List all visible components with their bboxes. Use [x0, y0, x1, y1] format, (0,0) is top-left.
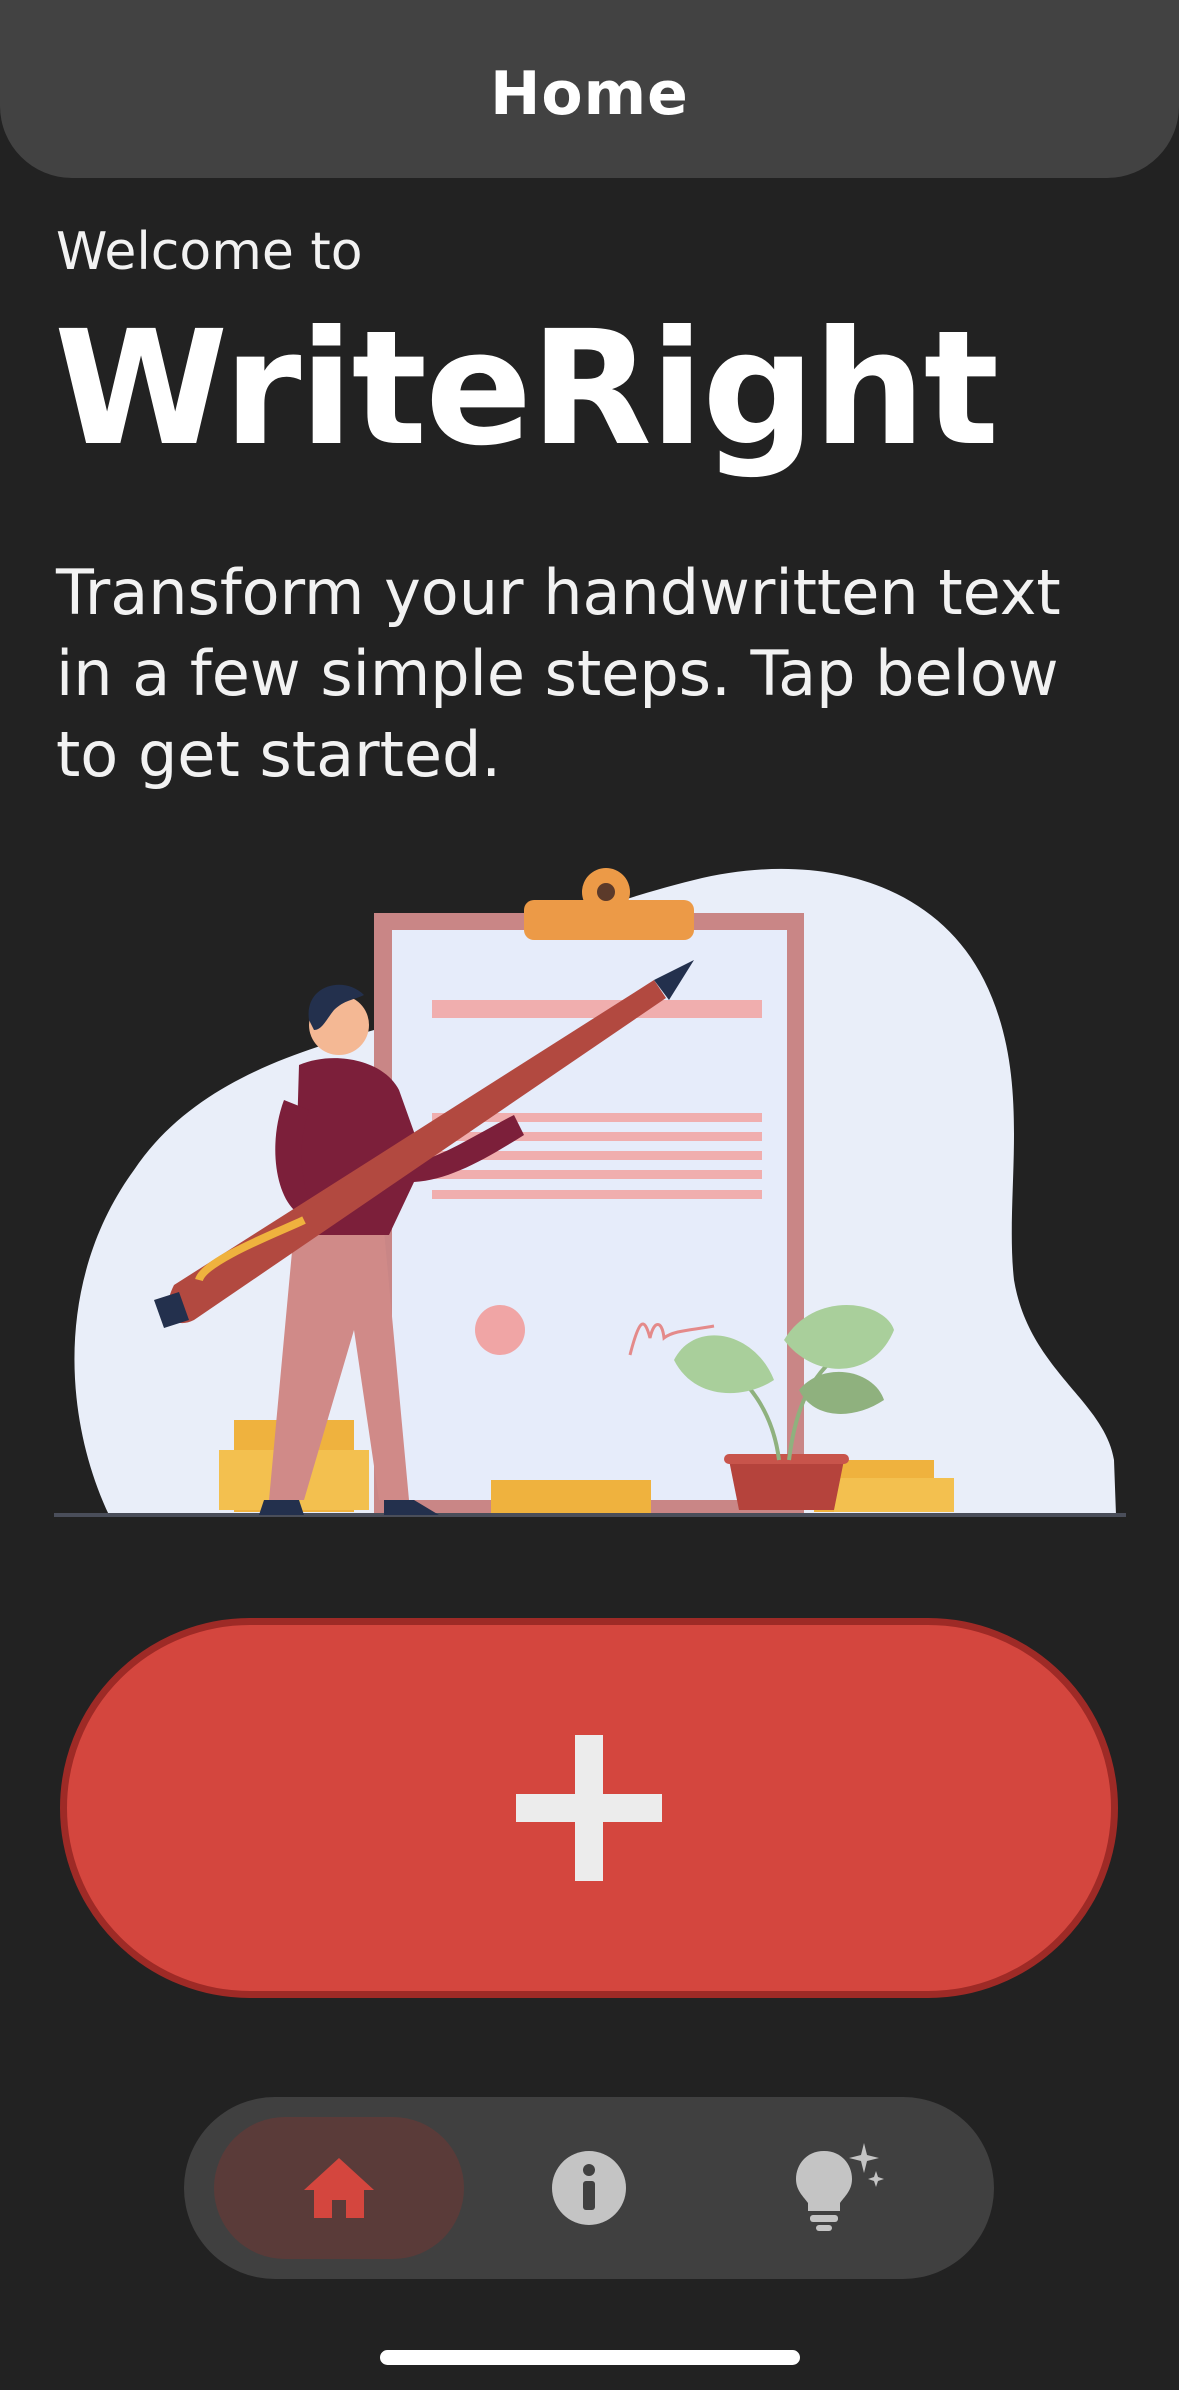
tab-home[interactable]	[214, 2117, 464, 2259]
page-title: Home	[490, 59, 689, 129]
home-indicator	[380, 2350, 800, 2365]
top-app-bar: Home	[0, 0, 1179, 178]
plant-pot	[729, 1460, 844, 1510]
add-new-scan-button[interactable]	[60, 1618, 1118, 1998]
tab-info[interactable]	[464, 2117, 714, 2259]
tab-tips[interactable]	[714, 2117, 964, 2259]
info-icon	[552, 2151, 626, 2225]
home-icon	[304, 2158, 374, 2218]
writing-illustration	[54, 868, 1126, 1517]
intro-description: Transform your handwritten text in a few…	[56, 556, 1061, 791]
welcome-text: Welcome to	[56, 222, 363, 282]
lightbulb-sparkle-icon	[796, 2143, 884, 2231]
app-name-heading: WriteRight	[54, 297, 999, 481]
ground-line	[54, 1513, 1126, 1517]
seal-circle	[475, 1305, 525, 1355]
plus-icon	[516, 1735, 662, 1881]
bottom-tab-bar	[184, 2097, 994, 2279]
